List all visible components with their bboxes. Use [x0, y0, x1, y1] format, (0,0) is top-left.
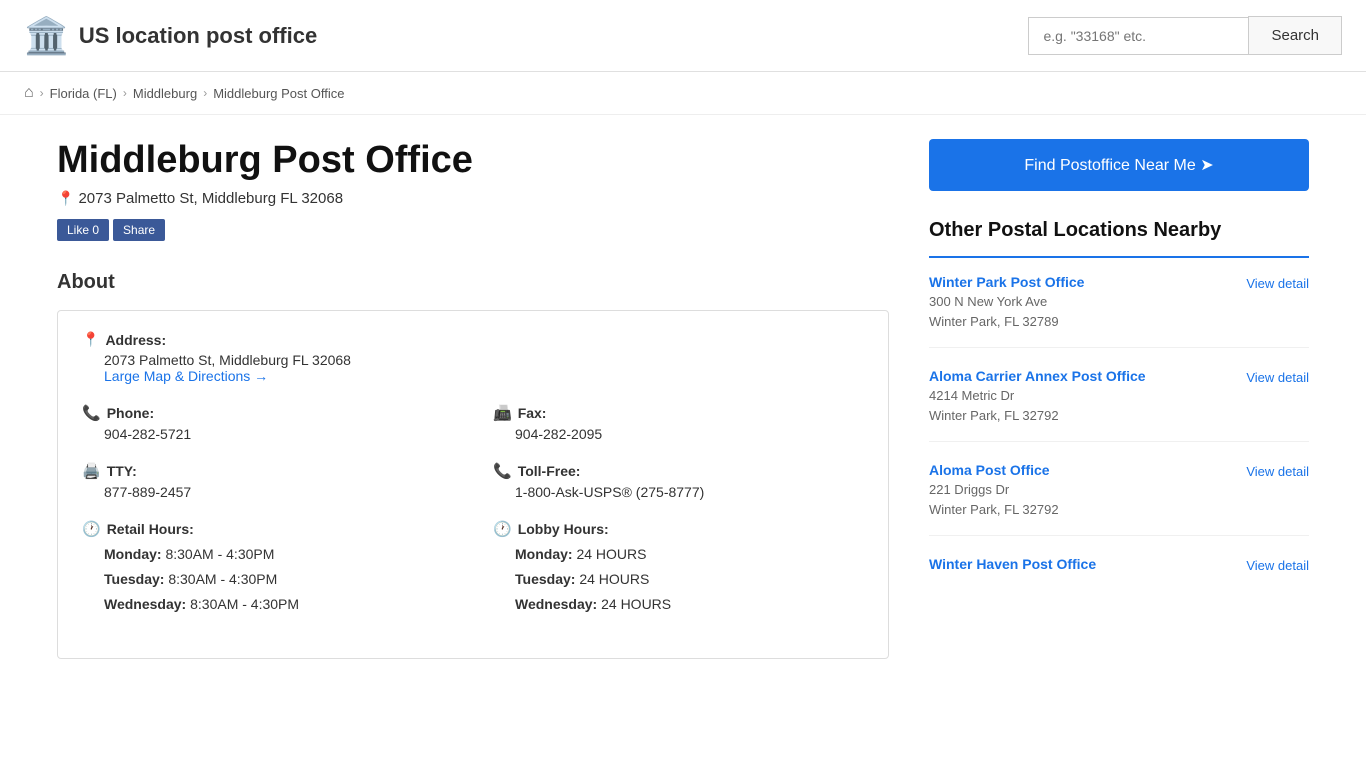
- nearby-item-3: Aloma Post Office 221 Driggs Dr Winter P…: [929, 462, 1309, 536]
- nearby-divider: [929, 256, 1309, 258]
- tty-tollfree-grid: 🖨️ TTY: 877-889-2457 📞 Toll-Free: 1-800-…: [82, 462, 864, 520]
- phone-fax-grid: 📞 Phone: 904-282-5721 📠 Fax: 904-282-209…: [82, 404, 864, 462]
- breadcrumb-sep-3: ›: [203, 86, 207, 100]
- map-directions-link[interactable]: Large Map & Directions →: [104, 368, 268, 384]
- fax-icon: 📠: [493, 404, 512, 422]
- fax-label: 📠 Fax:: [493, 404, 864, 422]
- home-icon[interactable]: ⌂: [24, 84, 34, 102]
- social-buttons: Like 0 Share: [57, 219, 889, 241]
- nearby-item-addr2-1: Winter Park, FL 32789: [929, 312, 1084, 332]
- fax-section: 📠 Fax: 904-282-2095: [493, 404, 864, 442]
- nearby-item-2: Aloma Carrier Annex Post Office 4214 Met…: [929, 368, 1309, 442]
- nearby-item-1: Winter Park Post Office 300 N New York A…: [929, 274, 1309, 348]
- address-text: 2073 Palmetto St, Middleburg FL 32068: [78, 190, 343, 207]
- nearby-item-4: Winter Haven Post Office View detail: [929, 556, 1309, 590]
- fax-value: 904-282-2095: [515, 426, 864, 442]
- nearby-view-detail-4[interactable]: View detail: [1246, 558, 1309, 573]
- tollfree-section: 📞 Toll-Free: 1-800-Ask-USPS® (275-8777): [493, 462, 864, 500]
- search-input[interactable]: [1028, 17, 1248, 55]
- tollfree-value: 1-800-Ask-USPS® (275-8777): [515, 484, 864, 500]
- logo-icon: 🏛️: [24, 18, 69, 54]
- retail-hours-tuesday: Tuesday: 8:30AM - 4:30PM: [104, 567, 453, 592]
- nearby-item-name-2[interactable]: Aloma Carrier Annex Post Office: [929, 368, 1146, 384]
- nearby-item-info-4: Winter Haven Post Office: [929, 556, 1096, 574]
- fb-share-button[interactable]: Share: [113, 219, 165, 241]
- header: 🏛️ US location post office Search: [0, 0, 1366, 72]
- phone-icon: 📞: [82, 404, 101, 422]
- lobby-hours-monday: Monday: 24 HOURS: [515, 542, 864, 567]
- nearby-item-info-1: Winter Park Post Office 300 N New York A…: [929, 274, 1084, 331]
- nearby-view-detail-3[interactable]: View detail: [1246, 464, 1309, 479]
- sidebar: Find Postoffice Near Me ➤ Other Postal L…: [929, 115, 1309, 683]
- pin-icon: 📍: [57, 190, 74, 207]
- lobby-hours-section: 🕐 Lobby Hours: Monday: 24 HOURS Tuesday:…: [493, 520, 864, 618]
- nearby-item-addr1-3: 221 Driggs Dr: [929, 480, 1059, 500]
- main-content: Middleburg Post Office 📍 2073 Palmetto S…: [57, 115, 929, 683]
- search-button[interactable]: Search: [1248, 16, 1342, 55]
- tollfree-label: 📞 Toll-Free:: [493, 462, 864, 480]
- about-title: About: [57, 271, 889, 294]
- retail-hours-wednesday: Wednesday: 8:30AM - 4:30PM: [104, 592, 453, 617]
- retail-hours-section: 🕐 Retail Hours: Monday: 8:30AM - 4:30PM …: [82, 520, 453, 618]
- main-layout: Middleburg Post Office 📍 2073 Palmetto S…: [33, 115, 1333, 683]
- nearby-item-name-1[interactable]: Winter Park Post Office: [929, 274, 1084, 290]
- breadcrumb-middleburg[interactable]: Middleburg: [133, 86, 197, 101]
- address-label: 📍 Address:: [82, 331, 864, 348]
- nearby-item-addr2-3: Winter Park, FL 32792: [929, 500, 1059, 520]
- phone-value: 904-282-5721: [104, 426, 453, 442]
- search-area: Search: [1028, 16, 1342, 55]
- tty-label: 🖨️ TTY:: [82, 462, 453, 480]
- lobby-hours-tuesday: Tuesday: 24 HOURS: [515, 567, 864, 592]
- breadcrumb-sep-1: ›: [40, 86, 44, 100]
- hours-grid: 🕐 Retail Hours: Monday: 8:30AM - 4:30PM …: [82, 520, 864, 638]
- nearby-item-info-3: Aloma Post Office 221 Driggs Dr Winter P…: [929, 462, 1059, 519]
- breadcrumb-florida[interactable]: Florida (FL): [50, 86, 117, 101]
- nearby-title: Other Postal Locations Nearby: [929, 219, 1309, 242]
- retail-hours-monday: Monday: 8:30AM - 4:30PM: [104, 542, 453, 567]
- address-value: 2073 Palmetto St, Middleburg FL 32068: [104, 352, 864, 368]
- page-address: 📍 2073 Palmetto St, Middleburg FL 32068: [57, 190, 889, 207]
- fb-like-button[interactable]: Like 0: [57, 219, 109, 241]
- nearby-item-name-4[interactable]: Winter Haven Post Office: [929, 556, 1096, 572]
- nearby-view-detail-1[interactable]: View detail: [1246, 276, 1309, 291]
- tollfree-icon: 📞: [493, 462, 512, 480]
- lobby-hours-wednesday: Wednesday: 24 HOURS: [515, 592, 864, 617]
- tty-section: 🖨️ TTY: 877-889-2457: [82, 462, 453, 500]
- nearby-item-addr1-2: 4214 Metric Dr: [929, 386, 1146, 406]
- phone-label: 📞 Phone:: [82, 404, 453, 422]
- pin-icon-2: 📍: [82, 331, 99, 348]
- lobby-hours-label: 🕐 Lobby Hours:: [493, 520, 864, 538]
- nearby-item-addr2-2: Winter Park, FL 32792: [929, 406, 1146, 426]
- tty-icon: 🖨️: [82, 462, 101, 480]
- nearby-item-name-3[interactable]: Aloma Post Office: [929, 462, 1059, 478]
- nearby-item-info-2: Aloma Carrier Annex Post Office 4214 Met…: [929, 368, 1146, 425]
- find-postoffice-button[interactable]: Find Postoffice Near Me ➤: [929, 139, 1309, 191]
- page-title: Middleburg Post Office: [57, 139, 889, 182]
- nearby-view-detail-2[interactable]: View detail: [1246, 370, 1309, 385]
- logo: 🏛️ US location post office: [24, 18, 317, 54]
- nearby-item-addr1-1: 300 N New York Ave: [929, 292, 1084, 312]
- site-title: US location post office: [79, 23, 317, 49]
- phone-section: 📞 Phone: 904-282-5721: [82, 404, 453, 442]
- clock-icon-retail: 🕐: [82, 520, 101, 538]
- retail-hours-label: 🕐 Retail Hours:: [82, 520, 453, 538]
- tty-value: 877-889-2457: [104, 484, 453, 500]
- breadcrumb-sep-2: ›: [123, 86, 127, 100]
- breadcrumb-current[interactable]: Middleburg Post Office: [213, 86, 344, 101]
- address-section: 📍 Address: 2073 Palmetto St, Middleburg …: [82, 331, 864, 384]
- info-card: 📍 Address: 2073 Palmetto St, Middleburg …: [57, 310, 889, 659]
- clock-icon-lobby: 🕐: [493, 520, 512, 538]
- breadcrumb: ⌂ › Florida (FL) › Middleburg › Middlebu…: [0, 72, 1366, 115]
